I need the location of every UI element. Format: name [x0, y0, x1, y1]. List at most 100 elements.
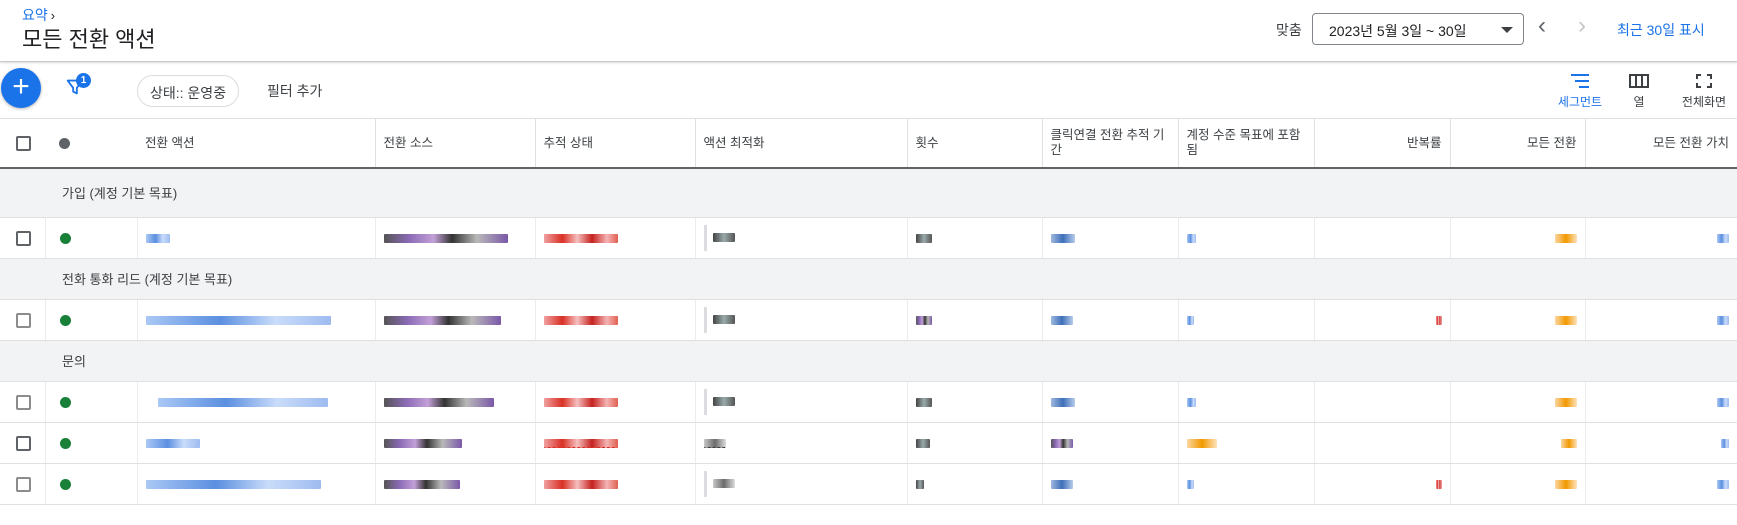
segment-label: 세그먼트: [1557, 95, 1603, 109]
row-checkbox[interactable]: [16, 394, 31, 410]
column-header-repeat-rate[interactable]: 반복률: [1314, 119, 1451, 169]
redacted-text: [1717, 316, 1729, 326]
redacted-text: [1050, 316, 1073, 326]
date-range-label: 맞춤: [1276, 22, 1302, 38]
column-header-conversion-action[interactable]: 전환 액션: [137, 119, 376, 169]
add-filter-button[interactable]: 필터 추가: [267, 81, 322, 101]
column-header-click-through-window[interactable]: 클릭연결 전환 추적 기간: [1042, 119, 1179, 169]
row-checkbox[interactable]: [16, 230, 31, 246]
redacted-text: [915, 316, 932, 326]
status-active-icon: [59, 233, 71, 245]
column-header-account-goal[interactable]: 계정 수준 목표에 포함됨: [1178, 119, 1315, 169]
table-row[interactable]: [0, 463, 1737, 505]
group-label: 가입 (계정 기본 목표): [62, 186, 178, 202]
redacted-text: [145, 234, 170, 244]
redacted-text: [543, 480, 618, 490]
redacted-text: [145, 316, 331, 326]
status-active-icon: [59, 315, 71, 327]
group-row-inquiry: 문의: [0, 340, 1737, 382]
columns-button[interactable]: 열: [1609, 72, 1669, 110]
redacted-text: [712, 233, 735, 242]
redacted-text: [915, 439, 930, 449]
fullscreen-button[interactable]: 전체화면: [1674, 72, 1734, 110]
page-title: 모든 전환 액션: [22, 27, 156, 52]
date-range-select[interactable]: 2023년 5월 3일 ~ 30일: [1312, 13, 1524, 45]
redacted-text: [915, 398, 932, 408]
redacted-text: [1554, 234, 1577, 244]
group-row-phone-leads: 전화 통화 리드 (계정 기본 목표): [0, 258, 1737, 300]
redacted-text: [157, 398, 328, 408]
redacted-text: [703, 439, 726, 449]
group-label: 문의: [62, 354, 86, 369]
segment-button[interactable]: 세그먼트: [1550, 72, 1610, 110]
redacted-text: [543, 316, 618, 326]
page-header: 요약 › 모든 전환 액션 맞춤 2023년 5월 3일 ~ 30일 ‹ › 최근…: [0, 0, 1737, 62]
redacted-text: [383, 234, 508, 244]
next-period-icon: ›: [1578, 12, 1586, 39]
redacted-text: [1717, 480, 1729, 490]
table-row[interactable]: [0, 299, 1737, 341]
redacted-text: [383, 316, 501, 326]
column-header-count[interactable]: 횟수: [907, 119, 1043, 169]
redacted-text: [712, 479, 735, 488]
redacted-text: [915, 480, 924, 490]
redacted-text: [1717, 234, 1729, 244]
select-all-checkbox[interactable]: [16, 135, 31, 151]
table-row[interactable]: [0, 422, 1737, 464]
column-header-all-conversions[interactable]: 모든 전환: [1450, 119, 1586, 169]
redacted-text: [145, 480, 321, 490]
column-header-tracking-status[interactable]: 추적 상태: [535, 119, 696, 169]
redacted-text: [383, 398, 494, 408]
group-label: 전화 통화 리드 (계정 기본 목표): [62, 272, 233, 287]
date-range-value: 2023년 5월 3일 ~ 30일: [1329, 23, 1467, 39]
redacted-text: [915, 234, 932, 244]
table-toolbar: + 1 상태:: 운영중 필터 추가 세그먼트 열 전체화면: [0, 62, 1737, 119]
table-row[interactable]: [0, 217, 1737, 259]
redacted-text: [543, 439, 618, 449]
columns-icon: [1629, 74, 1649, 88]
row-checkbox[interactable]: [16, 435, 31, 451]
dropdown-caret-icon: [1501, 27, 1513, 33]
redacted-text: [1554, 398, 1577, 408]
columns-label: 열: [1633, 95, 1645, 109]
redacted-text: [1186, 316, 1194, 326]
redacted-text: [1186, 439, 1217, 449]
column-header-action-optimization[interactable]: 액션 최적화: [695, 119, 908, 169]
redacted-text: [543, 398, 618, 408]
filter-count-badge: 1: [76, 73, 91, 88]
status-active-icon: [59, 438, 71, 450]
redacted-text: [383, 439, 462, 449]
redacted-text: [383, 480, 460, 490]
add-conversion-button[interactable]: +: [1, 68, 41, 108]
breadcrumb-link[interactable]: 요약: [22, 7, 48, 23]
redacted-text: [712, 315, 735, 324]
redacted-text: [1186, 480, 1194, 490]
previous-period-icon[interactable]: ‹: [1538, 12, 1546, 40]
redacted-text: [1050, 234, 1075, 244]
redacted-text: [1186, 234, 1196, 244]
column-header-conversion-source[interactable]: 전환 소스: [375, 119, 536, 169]
redacted-text: [1554, 316, 1577, 326]
redacted-text: [1717, 398, 1729, 408]
redacted-text: [1050, 398, 1075, 408]
redacted-text: [1560, 439, 1577, 449]
row-checkbox[interactable]: [16, 312, 31, 328]
redacted-text: [1554, 480, 1577, 490]
redacted-text: [1050, 480, 1073, 490]
segment-icon: [1571, 74, 1589, 88]
table-row[interactable]: [0, 381, 1737, 423]
row-checkbox[interactable]: [16, 476, 31, 492]
status-active-icon: [59, 397, 71, 409]
redacted-text: [543, 234, 618, 244]
redacted-text: [145, 439, 200, 449]
redacted-text: [1721, 439, 1729, 449]
status-active-icon: [59, 479, 71, 491]
table-header-row: 전환 액션 전환 소스 추적 상태 액션 최적화 횟수 클릭연결 전환 추적 기…: [0, 119, 1737, 169]
redacted-text: [1050, 439, 1073, 449]
show-recent-30-days-link[interactable]: 최근 30일 표시: [1617, 20, 1705, 40]
column-header-all-conversions-value[interactable]: 모든 전환 가치: [1585, 119, 1737, 169]
status-filter-chip[interactable]: 상태:: 운영중: [137, 75, 240, 107]
redacted-text: [1186, 398, 1196, 408]
fullscreen-label: 전체화면: [1681, 95, 1727, 109]
chevron-right-icon: ›: [50, 8, 56, 23]
